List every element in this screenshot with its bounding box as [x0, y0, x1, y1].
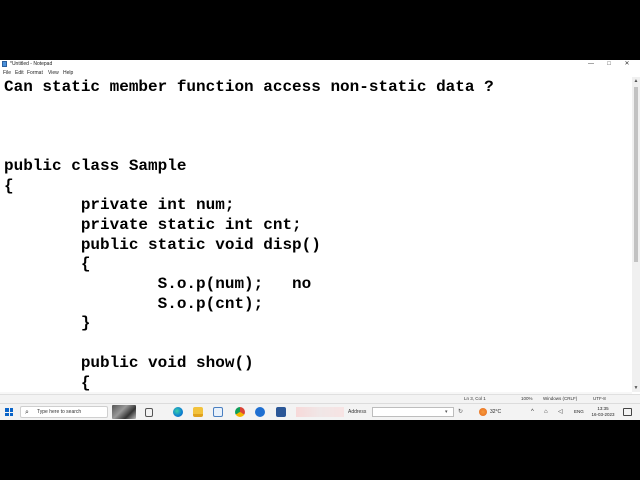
windows-taskbar: ⌕ Type here to search Address ▾ ↻ 32°C ^… — [0, 403, 640, 420]
notepad-title-bar[interactable]: *Untitled - Notepad — □ ✕ — [0, 60, 640, 69]
status-bar: Ln 3, Col 1 100% Windows (CRLF) UTF-8 — [0, 394, 640, 403]
code-line: { — [4, 176, 14, 195]
menu-format[interactable]: Format — [27, 69, 43, 77]
address-input[interactable] — [372, 407, 454, 417]
weather-icon[interactable] — [479, 408, 487, 416]
notepad-app-icon — [2, 61, 7, 67]
clock-date[interactable]: 16-03-2023 — [588, 412, 618, 418]
tray-chevron-icon[interactable]: ^ — [531, 404, 534, 420]
text-editor-area[interactable]: Can static member function access non-st… — [0, 77, 632, 392]
search-placeholder: Type here to search — [37, 409, 82, 415]
file-explorer-icon[interactable] — [193, 407, 203, 417]
code-line: S.o.p(num); no — [4, 275, 312, 293]
window-title: *Untitled - Notepad — [10, 61, 53, 67]
menu-file[interactable]: File — [3, 69, 11, 77]
edge-browser-icon[interactable] — [173, 407, 183, 417]
volume-icon[interactable]: ◁ — [558, 404, 563, 420]
menu-edit[interactable]: Edit — [15, 69, 24, 77]
language-indicator[interactable]: ENG — [574, 404, 584, 420]
task-view-icon[interactable] — [145, 408, 153, 417]
code-line: public void show() — [4, 353, 254, 372]
word-app-icon[interactable] — [276, 407, 286, 417]
chrome-browser-icon[interactable] — [235, 407, 245, 417]
vertical-scrollbar[interactable]: ▲ ▼ — [632, 77, 640, 392]
menu-view[interactable]: View — [48, 69, 59, 77]
windows-start-icon[interactable] — [5, 408, 13, 416]
taskbar-app-thumbnail[interactable] — [296, 407, 344, 417]
code-line: private int num; — [4, 196, 235, 215]
desktop-screen: *Untitled - Notepad — □ ✕ File Edit Form… — [0, 60, 640, 420]
minimize-button[interactable]: — — [583, 60, 599, 69]
code-line: private static int cnt; — [4, 215, 302, 234]
scroll-up-arrow-icon[interactable]: ▲ — [632, 77, 640, 85]
teams-app-icon[interactable] — [255, 407, 265, 417]
search-icon: ⌕ — [25, 409, 29, 416]
scrollbar-thumb[interactable] — [634, 87, 638, 262]
maximize-button[interactable]: □ — [601, 60, 617, 69]
scroll-down-arrow-icon[interactable]: ▼ — [632, 384, 640, 392]
address-go-icon[interactable]: ↻ — [458, 407, 463, 417]
code-line: S.o.p(cnt); — [4, 294, 264, 313]
code-line: } — [4, 314, 91, 333]
chevron-down-icon[interactable]: ▾ — [445, 407, 448, 417]
notepad-taskbar-icon[interactable] — [213, 407, 223, 417]
text-encoding: UTF-8 — [593, 396, 606, 401]
cursor-position: Ln 3, Col 1 — [464, 396, 486, 401]
menu-bar: File Edit Format View Help — [0, 69, 640, 77]
code-line: Can static member function access non-st… — [4, 78, 494, 96]
zoom-level: 100% — [521, 396, 533, 401]
weather-temperature[interactable]: 32°C — [490, 404, 501, 420]
address-toolbar-label: Address — [348, 409, 367, 415]
taskbar-character-icon[interactable] — [112, 405, 136, 419]
code-line: public static void disp() — [4, 235, 321, 254]
notification-center-icon[interactable] — [623, 408, 632, 416]
code-line: public class Sample — [4, 156, 187, 175]
close-button[interactable]: ✕ — [619, 60, 635, 69]
network-icon[interactable]: ⌂ — [544, 404, 548, 420]
taskbar-search-box[interactable]: ⌕ Type here to search — [20, 406, 108, 418]
code-line: { — [4, 373, 91, 392]
menu-help[interactable]: Help — [63, 69, 73, 77]
code-line: { — [4, 255, 91, 274]
line-ending: Windows (CRLF) — [543, 396, 578, 401]
